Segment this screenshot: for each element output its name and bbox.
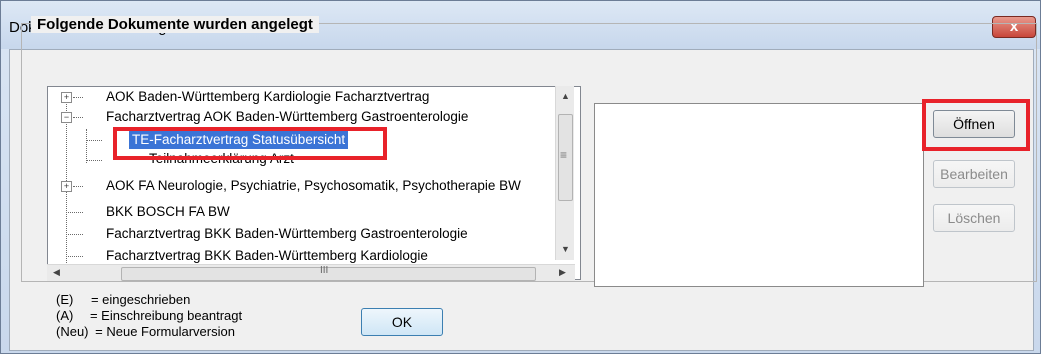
tree-item[interactable]: AOK Baden-Württemberg Kardiologie Fachar… [106, 87, 429, 107]
delete-button[interactable]: Löschen [933, 204, 1015, 232]
document-preview [594, 103, 924, 287]
expand-icon[interactable]: + [61, 181, 72, 192]
scroll-grip-icon: III [320, 265, 329, 276]
group-title: Folgende Dokumente wurden angelegt [31, 16, 319, 33]
legend-row: (A) = Einschreibung beantragt [56, 308, 242, 324]
legend-text: = Neue Formularversion [95, 324, 235, 339]
scroll-right-icon[interactable]: ▶ [559, 267, 566, 278]
scroll-left-icon[interactable]: ◀ [53, 267, 60, 278]
tree-item[interactable]: Facharztvertrag BKK Baden-Württemberg Ga… [106, 224, 468, 244]
tree-line [73, 97, 83, 98]
legend-key: (Neu) [56, 324, 89, 339]
selection-highlight-box [113, 127, 387, 160]
legend-row: (E) = eingeschrieben [56, 292, 190, 308]
tree-horizontal-scrollbar[interactable]: ◀ III ▶ [47, 264, 575, 281]
edit-button[interactable]: Bearbeiten [933, 160, 1015, 188]
legend-row: (Neu) = Neue Formularversion [56, 324, 235, 340]
tree-line [66, 256, 83, 257]
scroll-down-icon[interactable]: ▼ [561, 244, 570, 254]
tree-vertical-scrollbar[interactable]: ▲ ≡ ▼ [555, 86, 574, 260]
legend-text: = eingeschrieben [90, 292, 191, 307]
tree-item[interactable]: Facharztvertrag BKK Baden-Württemberg Ka… [106, 246, 428, 266]
tree-item[interactable]: BKK BOSCH FA BW [106, 202, 230, 222]
tree-line [66, 234, 83, 235]
collapse-icon[interactable]: − [61, 112, 72, 123]
open-button[interactable]: Öffnen [933, 110, 1015, 138]
scroll-thumb[interactable]: ≡ [558, 114, 573, 201]
tree-line [86, 129, 87, 163]
scroll-up-icon[interactable]: ▲ [561, 91, 570, 101]
document-tree[interactable]: + AOK Baden-Württemberg Kardiologie Fach… [47, 86, 581, 280]
tree-line [66, 212, 83, 213]
tree-line [86, 160, 102, 161]
scroll-thumb-horizontal[interactable]: III [121, 265, 536, 281]
legend-key: (A) [56, 308, 74, 323]
tree-line [86, 140, 102, 141]
ok-button[interactable]: OK [361, 308, 443, 336]
expand-icon[interactable]: + [61, 92, 72, 103]
tree-item[interactable]: AOK FA Neurologie, Psychiatrie, Psychoso… [106, 176, 521, 196]
tree-line [73, 186, 83, 187]
scroll-grip-icon: ≡ [560, 148, 568, 162]
legend-text: = Einschreibung beantragt [89, 308, 243, 323]
tree-line [73, 117, 83, 118]
legend-key: (E) [56, 292, 74, 307]
tree-item[interactable]: Facharztvertrag AOK Baden-Württemberg Ga… [106, 107, 468, 127]
